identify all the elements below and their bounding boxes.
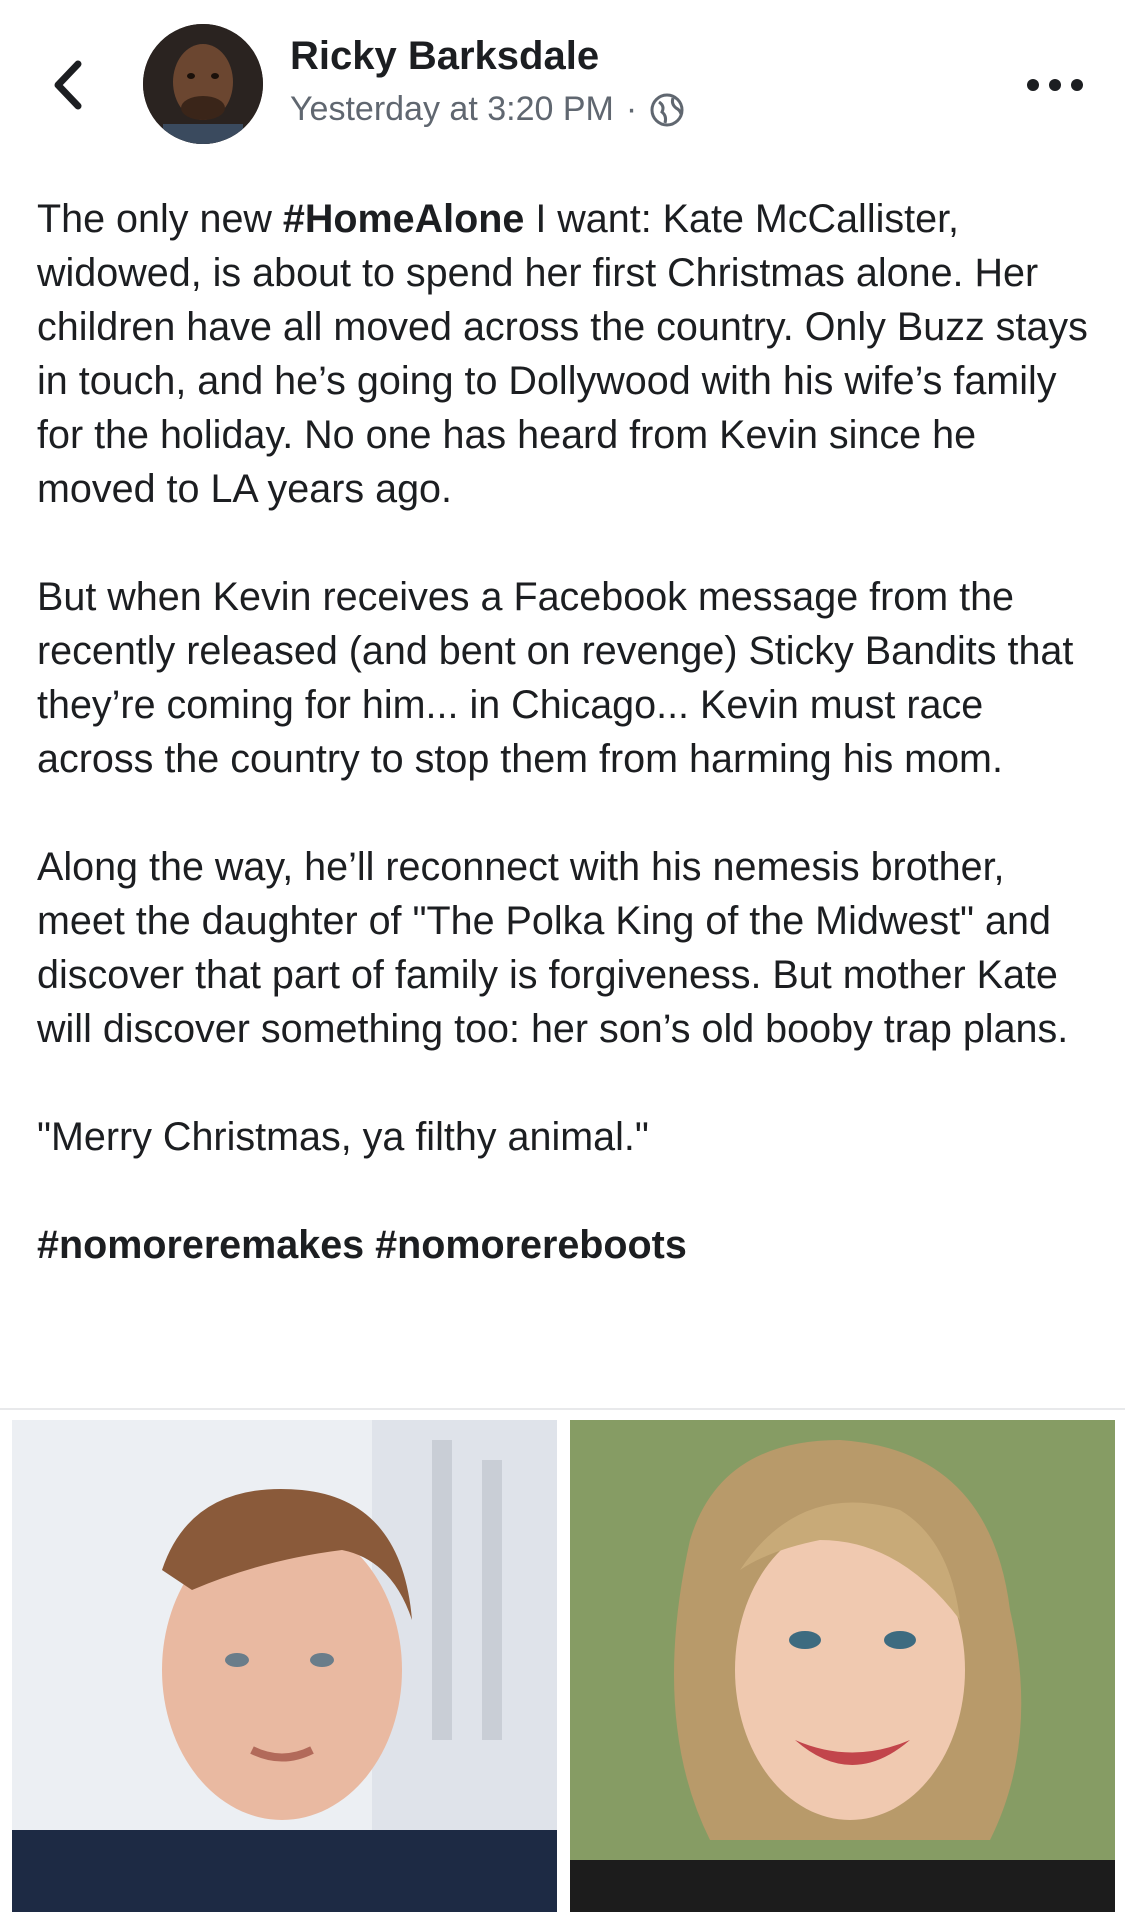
post-paragraph-1: The only new #HomeAlone I want: Kate McC… [37, 192, 1102, 516]
more-dot [1071, 79, 1083, 91]
post-body: The only new #HomeAlone I want: Kate McC… [37, 192, 1102, 1272]
post-header: Ricky Barksdale Yesterday at 3:20 PM · [0, 0, 1125, 160]
post-photo-right[interactable] [570, 1420, 1115, 1912]
meta-separator: · [625, 90, 638, 128]
post-paragraph-3: Along the way, he’ll reconnect with his … [37, 845, 1069, 1051]
divider [0, 1408, 1125, 1410]
chevron-left-icon [54, 60, 82, 110]
timestamp[interactable]: Yesterday at 3:20 PM [290, 90, 614, 129]
hashtag-nomoreremakes[interactable]: #nomoreremakes [37, 1223, 364, 1267]
photo-image [12, 1420, 557, 1912]
more-options-button[interactable] [1027, 70, 1083, 100]
hashtag-nomorereboots[interactable]: #nomorereboots [375, 1223, 687, 1267]
post-paragraph-4: "Merry Christmas, ya filthy animal." [37, 1115, 649, 1159]
photo-image [570, 1420, 1115, 1912]
post-photo-left[interactable] [12, 1420, 557, 1912]
author-name[interactable]: Ricky Barksdale [290, 34, 599, 79]
avatar-image [143, 24, 263, 144]
back-button[interactable] [44, 52, 94, 118]
hashtag-homealone[interactable]: #HomeAlone [283, 197, 524, 241]
post-text: The only new [37, 197, 283, 241]
post-meta: Yesterday at 3:20 PM · [290, 90, 685, 129]
globe-icon[interactable] [649, 92, 685, 128]
more-dot [1027, 79, 1039, 91]
avatar[interactable] [143, 24, 263, 144]
more-dot [1049, 79, 1061, 91]
post-hashtags: #nomoreremakes #nomorereboots [37, 1218, 1102, 1272]
post-text: I want: Kate McCallister, widowed, is ab… [37, 197, 1088, 511]
post-paragraph-2: But when Kevin receives a Facebook messa… [37, 575, 1074, 781]
